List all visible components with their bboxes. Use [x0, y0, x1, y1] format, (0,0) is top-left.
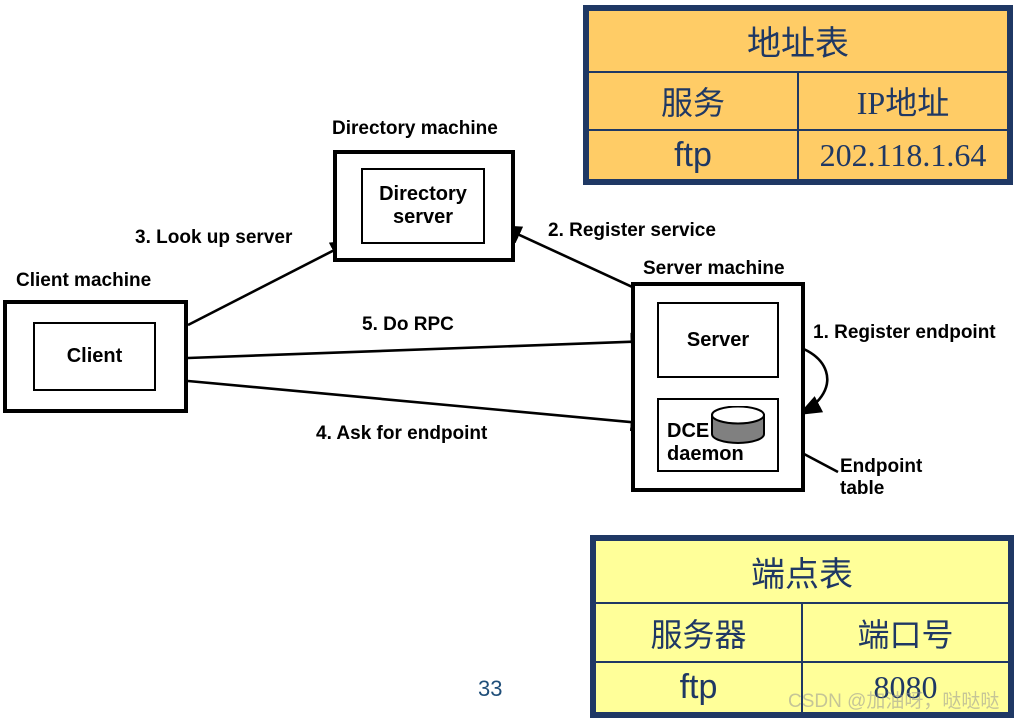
step-label-4-ask-for-endpoint: 4. Ask for endpoint — [316, 423, 488, 444]
server-label: Server — [686, 328, 750, 351]
address-table-cell-ip: 202.118.1.64 — [797, 129, 1009, 181]
address-table: 地址表 服务 IP地址 ftp 202.118.1.64 — [583, 5, 1013, 185]
endpoint-table-cell-server: ftp — [594, 661, 803, 714]
arrow-lookup-server — [187, 239, 354, 327]
server-machine-caption: Server machine — [643, 258, 785, 279]
endpoint-table-cylinder-icon — [711, 406, 765, 444]
address-table-title: 地址表 — [587, 9, 1009, 73]
address-table-cell-service: ftp — [587, 129, 799, 181]
dce-daemon-label-line1: DCE — [667, 420, 710, 442]
endpoint-table-header-row: 服务器 端口号 — [594, 602, 1010, 664]
client-box: Client — [33, 322, 156, 391]
csdn-watermark: CSDN @加油呀，哒哒哒 — [788, 691, 1000, 712]
address-table-row: ftp 202.118.1.64 — [587, 129, 1009, 181]
client-label: Client — [66, 345, 123, 367]
address-table-title-row: 地址表 — [587, 9, 1009, 73]
directory-server-box: Directory server — [361, 168, 485, 244]
directory-server-label-line2: server — [392, 206, 454, 228]
address-table-header-service: 服务 — [587, 70, 799, 132]
endpoint-table-annotation: Endpoint table — [840, 456, 922, 501]
page-number: 33 — [478, 676, 503, 701]
step-label-2-register-service: 2. Register service — [548, 220, 716, 241]
address-table-header-ip: IP地址 — [797, 70, 1009, 132]
endpoint-table-title: 端点表 — [594, 538, 1010, 605]
slide-canvas: Client machine Client Directory machine … — [0, 0, 1018, 718]
step-label-1-register-endpoint: 1. Register endpoint — [813, 322, 996, 343]
endpoint-table-annotation-line1: Endpoint — [840, 456, 923, 477]
step-label-3-look-up-server: 3. Look up server — [135, 227, 293, 248]
step-label-5-do-rpc: 5. Do RPC — [362, 314, 454, 335]
endpoint-table-header-port: 端口号 — [801, 602, 1010, 664]
client-machine-caption: Client machine — [16, 270, 152, 291]
directory-server-label-line1: Directory — [379, 183, 467, 205]
address-table-header-row: 服务 IP地址 — [587, 70, 1009, 132]
dce-daemon-label-line2: daemon — [667, 443, 744, 465]
endpoint-table-header-server: 服务器 — [594, 602, 803, 664]
server-box: Server — [657, 302, 779, 378]
endpoint-table-title-row: 端点表 — [594, 538, 1010, 605]
endpoint-table-annotation-line2: table — [840, 478, 885, 500]
arrow-ask-endpoint — [187, 379, 655, 432]
arrow-do-rpc — [187, 332, 655, 360]
directory-machine-caption: Directory machine — [332, 118, 498, 139]
